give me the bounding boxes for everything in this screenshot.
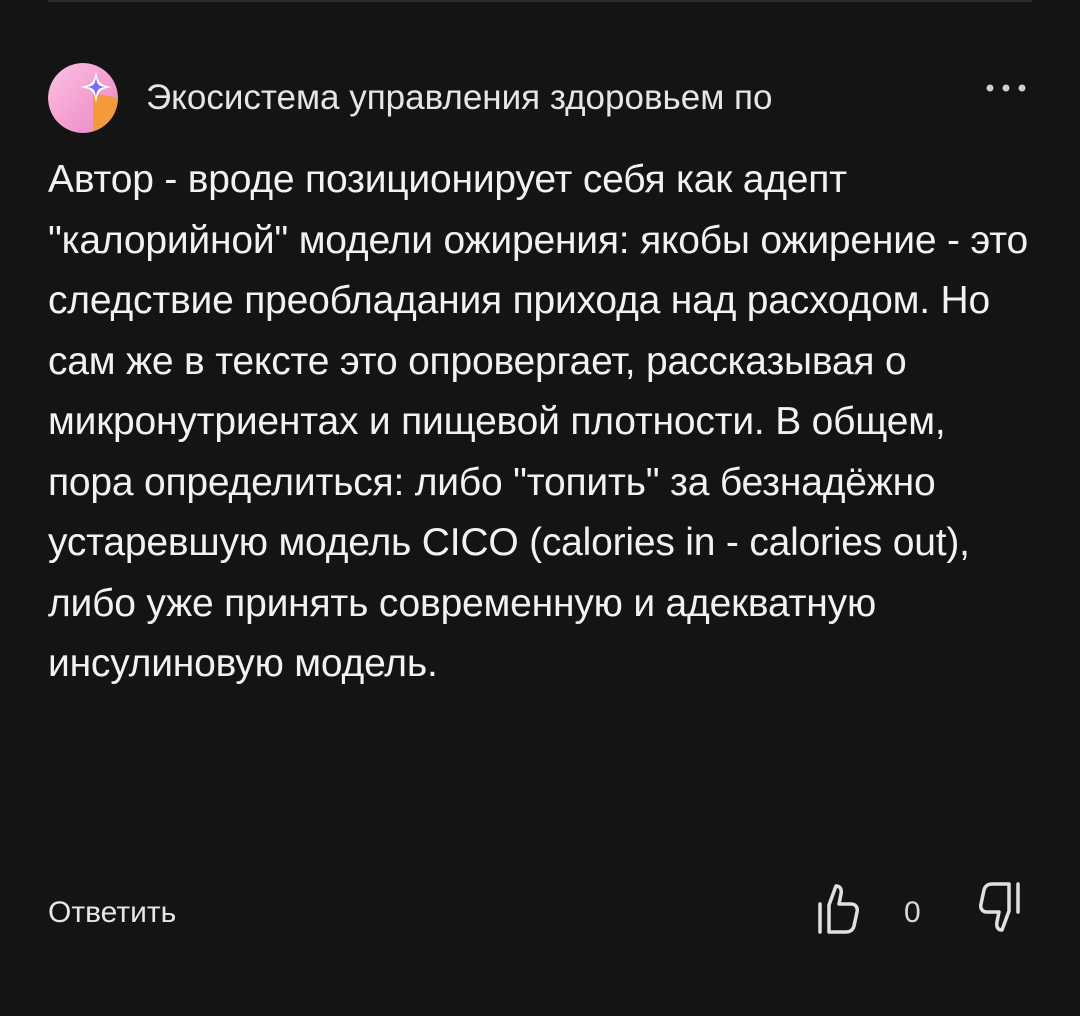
- comment-text: Автор - вроде позиционирует себя как аде…: [48, 158, 1028, 685]
- like-count: 0: [904, 896, 921, 929]
- reply-button[interactable]: Ответить: [48, 896, 176, 930]
- top-divider: [48, 0, 1032, 2]
- thumbs-down-icon: [979, 882, 1020, 932]
- like-button[interactable]: [814, 880, 862, 936]
- more-dots-icon: [986, 84, 1026, 92]
- author-name[interactable]: Экосистема управления здоровьем по: [146, 78, 946, 118]
- gradient-star-avatar-icon: [48, 63, 118, 133]
- thumbs-up-icon: [818, 884, 859, 934]
- more-button[interactable]: [982, 80, 1032, 104]
- comment-header: Экосистема управления здоровьем по: [48, 62, 1032, 134]
- comment-actions: Ответить 0: [48, 880, 1032, 950]
- avatar[interactable]: [48, 63, 118, 133]
- dislike-button[interactable]: [976, 880, 1024, 936]
